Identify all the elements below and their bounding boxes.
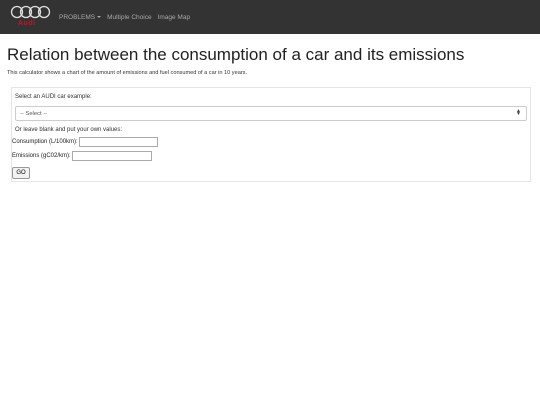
select-car-label: Select an AUDI car example: [15, 94, 92, 100]
go-button[interactable]: GO [12, 167, 30, 179]
audi-logo[interactable]: Audi [4, 0, 54, 34]
navbar: Audi PROBLEMS Multiple Choice Image Map [0, 0, 540, 34]
nav-item-multiple-choice[interactable]: Multiple Choice [107, 14, 151, 21]
select-arrows-icon: ▲ ▼ [516, 108, 521, 117]
main-content: Relation between the consumption of a ca… [0, 45, 540, 182]
emissions-row: Emissions (gC02/km): [12, 151, 530, 161]
consumption-input[interactable] [78, 137, 158, 147]
page-description: This calculator shows a chart of the amo… [7, 70, 248, 76]
own-values-label: Or leave blank and put your own values: [15, 127, 123, 133]
car-select-value: -- Select -- [20, 110, 48, 117]
nav-item-image-map[interactable]: Image Map [158, 14, 191, 21]
nav-menu: PROBLEMS Multiple Choice Image Map [59, 14, 196, 21]
consumption-row: Consumption (L/100km): [12, 137, 530, 147]
nav-item-problems-label: PROBLEMS [59, 13, 96, 21]
calculator-panel: Select an AUDI car example: -- Select --… [11, 87, 531, 182]
brand-text: Audi [18, 20, 36, 27]
emissions-label: Emissions (gC02/km): [12, 153, 71, 159]
caret-down-icon [97, 15, 102, 18]
page-title: Relation between the consumption of a ca… [7, 45, 465, 64]
car-select[interactable]: -- Select -- ▲ ▼ [15, 106, 527, 121]
consumption-label: Consumption (L/100km): [12, 139, 78, 145]
emissions-input[interactable] [71, 151, 152, 161]
nav-item-problems[interactable]: PROBLEMS [59, 13, 102, 21]
audi-rings-icon [10, 5, 51, 19]
